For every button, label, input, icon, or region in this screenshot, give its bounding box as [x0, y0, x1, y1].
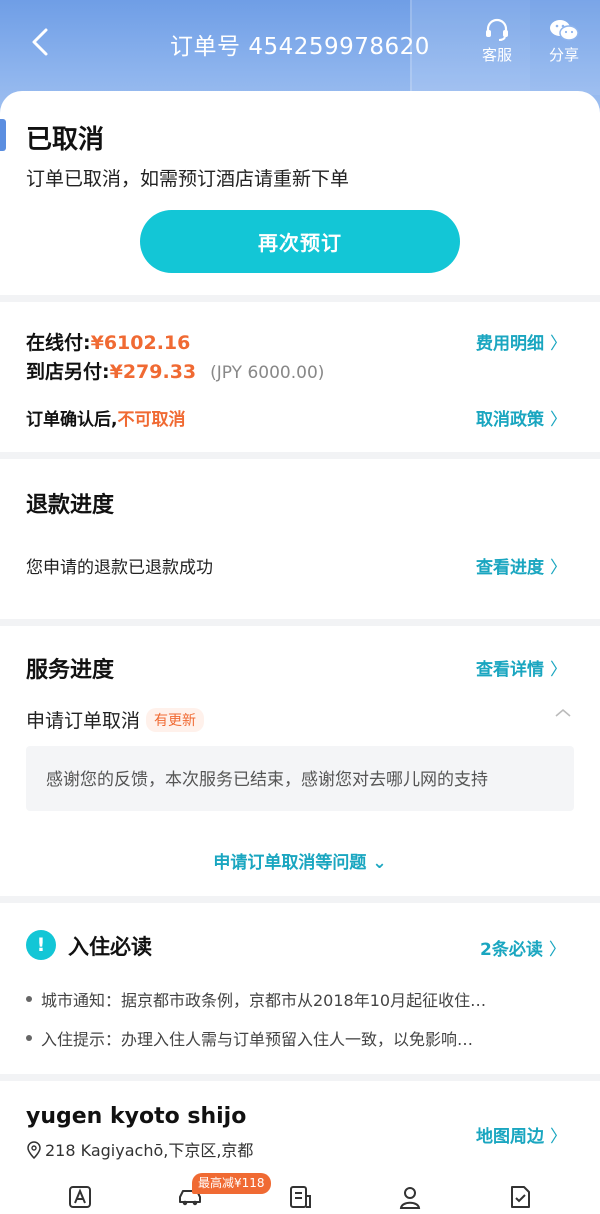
- hotel-address-text: 218 Kagiyachō,下京区,京都: [45, 1141, 254, 1160]
- service-detail-link[interactable]: 查看详情〉: [476, 655, 567, 680]
- bullet-icon: [26, 1035, 32, 1041]
- order-status-description: 订单已取消，如需预订酒店请重新下单: [26, 168, 350, 190]
- cancel-note-prefix: 订单确认后,: [26, 410, 118, 430]
- service-progress-title: 服务进度: [26, 658, 115, 683]
- order-status-title: 已取消: [26, 125, 105, 155]
- chevron-right-icon: 〉: [550, 1127, 567, 1147]
- checkin-notice-title: 入住必读: [68, 935, 152, 959]
- chevron-right-icon: 〉: [550, 410, 567, 430]
- wechat-icon: [550, 20, 579, 41]
- online-payment-row: 在线付:¥6102.16: [26, 328, 190, 355]
- chevron-right-icon: 〉: [550, 558, 567, 578]
- fee-detail-link[interactable]: 费用明细〉: [476, 329, 567, 354]
- bottom-toolbar: [0, 1184, 600, 1214]
- customer-service-button[interactable]: 客服: [472, 18, 522, 65]
- cancel-note-warning: 不可取消: [117, 410, 186, 430]
- person-icon[interactable]: [397, 1184, 423, 1210]
- order-status-card: 已取消 订单已取消，如需预订酒店请重新下单 再次预订: [0, 91, 600, 295]
- refund-description: 您申请的退款已退款成功: [26, 558, 213, 578]
- store-payment-jpy: (JPY 6000.00): [210, 363, 325, 383]
- share-button[interactable]: 分享: [539, 18, 589, 65]
- cancel-policy-label: 取消政策: [476, 410, 544, 430]
- update-badge: 有更新: [146, 708, 205, 732]
- chevron-right-icon: 〉: [548, 940, 566, 960]
- bill-icon[interactable]: [287, 1184, 313, 1210]
- service-item[interactable]: 申请订单取消 有更新: [26, 706, 205, 733]
- hotel-address: 218 Kagiyachō,下京区,京都: [26, 1137, 253, 1161]
- service-item-label: 申请订单取消: [26, 710, 141, 732]
- chevron-right-icon: 〉: [550, 334, 567, 354]
- document-icon[interactable]: [507, 1184, 533, 1210]
- headset-icon: [486, 18, 508, 41]
- map-nearby-label: 地图周边: [476, 1127, 544, 1147]
- share-label: 分享: [548, 46, 579, 64]
- store-payment-row: 到店另付:¥279.33 (JPY 6000.00): [26, 357, 324, 384]
- exclamation-icon: !: [26, 930, 56, 960]
- online-payment-amount: ¥6102.16: [90, 332, 191, 354]
- service-more-label: 申请订单取消等问题: [213, 853, 367, 873]
- checkin-note-item[interactable]: 入住提示：办理入住人需与订单预留入住人一致，以免影响…: [26, 1026, 574, 1050]
- checkin-count-label: 2条必读: [480, 940, 543, 960]
- refund-progress-label: 查看进度: [476, 558, 544, 578]
- cancel-policy-link[interactable]: 取消政策〉: [476, 405, 567, 430]
- checkin-note-text: 入住提示：办理入住人需与订单预留入住人一致，以免影响…: [41, 1030, 474, 1049]
- service-more-link[interactable]: 申请订单取消等问题 ⌄: [0, 848, 600, 873]
- refund-progress-card: [0, 459, 600, 619]
- hotel-name: yugen kyoto shijo: [26, 1104, 247, 1129]
- checkin-note-text: 城市通知：据京都市政条例，京都市从2018年10月起征收住…: [41, 991, 487, 1010]
- store-payment-amount: ¥279.33: [109, 361, 197, 383]
- service-detail-label: 查看详情: [476, 660, 544, 680]
- fee-detail-label: 费用明细: [476, 334, 544, 354]
- checkin-note-item[interactable]: 城市通知：据京都市政条例，京都市从2018年10月起征收住…: [26, 987, 574, 1011]
- refund-progress-title: 退款进度: [26, 493, 115, 518]
- customer-service-label: 客服: [481, 46, 512, 64]
- map-nearby-link[interactable]: 地图周边〉: [476, 1122, 567, 1147]
- translate-icon[interactable]: [67, 1184, 93, 1210]
- chevron-down-icon: ⌄: [366, 853, 387, 873]
- chevron-up-icon[interactable]: [553, 706, 573, 720]
- promo-badge: 最高减¥118: [192, 1173, 271, 1194]
- chevron-right-icon: 〉: [550, 660, 567, 680]
- location-pin-icon: [27, 1141, 41, 1160]
- service-message: 感谢您的反馈，本次服务已结束，感谢您对去哪儿网的支持: [26, 746, 574, 811]
- store-payment-label: 到店另付:: [26, 361, 110, 383]
- bullet-icon: [26, 996, 32, 1002]
- rebook-button[interactable]: 再次预订: [140, 210, 460, 273]
- status-marker: [0, 119, 6, 151]
- refund-progress-link[interactable]: 查看进度〉: [476, 553, 567, 578]
- online-payment-label: 在线付:: [26, 332, 91, 354]
- checkin-count-link[interactable]: 2条必读〉: [480, 935, 566, 960]
- cancel-note: 订单确认后,不可取消: [26, 405, 185, 430]
